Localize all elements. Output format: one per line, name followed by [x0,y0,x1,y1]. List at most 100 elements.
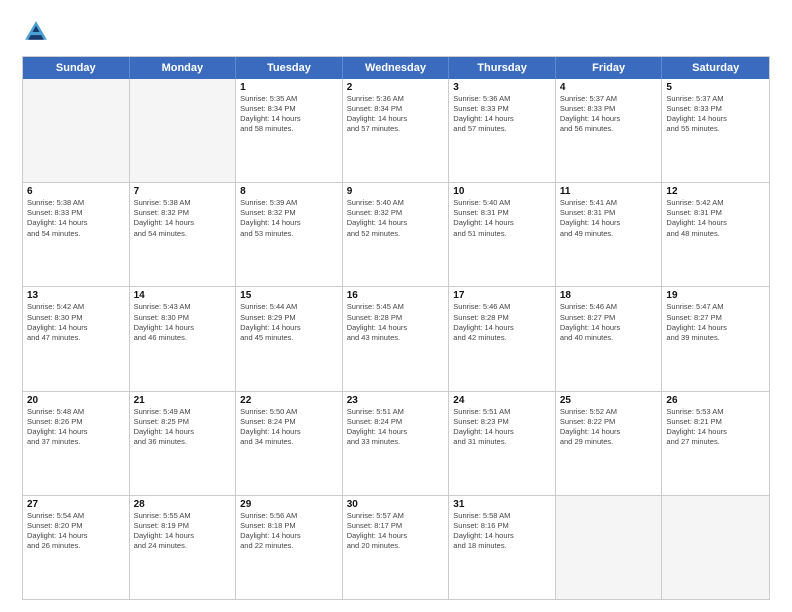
cell-info: Sunrise: 5:46 AMSunset: 8:27 PMDaylight:… [560,302,658,343]
day-number: 6 [27,186,125,197]
calendar-row: 20Sunrise: 5:48 AMSunset: 8:26 PMDayligh… [23,391,769,495]
day-number: 22 [240,395,338,406]
logo-icon [22,18,50,46]
calendar-cell: 26Sunrise: 5:53 AMSunset: 8:21 PMDayligh… [662,392,769,495]
cell-info: Sunrise: 5:47 AMSunset: 8:27 PMDaylight:… [666,302,765,343]
calendar-cell: 18Sunrise: 5:46 AMSunset: 8:27 PMDayligh… [556,287,663,390]
calendar-cell: 10Sunrise: 5:40 AMSunset: 8:31 PMDayligh… [449,183,556,286]
calendar-cell: 29Sunrise: 5:56 AMSunset: 8:18 PMDayligh… [236,496,343,599]
cell-info: Sunrise: 5:41 AMSunset: 8:31 PMDaylight:… [560,198,658,239]
calendar-cell: 3Sunrise: 5:36 AMSunset: 8:33 PMDaylight… [449,79,556,182]
cell-info: Sunrise: 5:53 AMSunset: 8:21 PMDaylight:… [666,407,765,448]
day-number: 20 [27,395,125,406]
day-number: 23 [347,395,445,406]
day-number: 7 [134,186,232,197]
day-number: 17 [453,290,551,301]
calendar-cell: 5Sunrise: 5:37 AMSunset: 8:33 PMDaylight… [662,79,769,182]
cell-info: Sunrise: 5:52 AMSunset: 8:22 PMDaylight:… [560,407,658,448]
day-number: 14 [134,290,232,301]
cell-info: Sunrise: 5:38 AMSunset: 8:33 PMDaylight:… [27,198,125,239]
calendar-cell: 19Sunrise: 5:47 AMSunset: 8:27 PMDayligh… [662,287,769,390]
day-number: 27 [27,499,125,510]
day-number: 1 [240,82,338,93]
cell-info: Sunrise: 5:58 AMSunset: 8:16 PMDaylight:… [453,511,551,552]
day-number: 3 [453,82,551,93]
calendar-cell: 25Sunrise: 5:52 AMSunset: 8:22 PMDayligh… [556,392,663,495]
day-number: 25 [560,395,658,406]
calendar-cell: 9Sunrise: 5:40 AMSunset: 8:32 PMDaylight… [343,183,450,286]
page: SundayMondayTuesdayWednesdayThursdayFrid… [0,0,792,612]
calendar-day-header: Saturday [662,57,769,79]
calendar-cell: 23Sunrise: 5:51 AMSunset: 8:24 PMDayligh… [343,392,450,495]
cell-info: Sunrise: 5:37 AMSunset: 8:33 PMDaylight:… [666,94,765,135]
calendar-day-header: Monday [130,57,237,79]
day-number: 24 [453,395,551,406]
calendar-cell: 17Sunrise: 5:46 AMSunset: 8:28 PMDayligh… [449,287,556,390]
calendar-cell: 15Sunrise: 5:44 AMSunset: 8:29 PMDayligh… [236,287,343,390]
cell-info: Sunrise: 5:49 AMSunset: 8:25 PMDaylight:… [134,407,232,448]
cell-info: Sunrise: 5:37 AMSunset: 8:33 PMDaylight:… [560,94,658,135]
cell-info: Sunrise: 5:38 AMSunset: 8:32 PMDaylight:… [134,198,232,239]
calendar-cell: 24Sunrise: 5:51 AMSunset: 8:23 PMDayligh… [449,392,556,495]
day-number: 18 [560,290,658,301]
day-number: 26 [666,395,765,406]
calendar-cell [556,496,663,599]
calendar-cell: 14Sunrise: 5:43 AMSunset: 8:30 PMDayligh… [130,287,237,390]
calendar-cell: 12Sunrise: 5:42 AMSunset: 8:31 PMDayligh… [662,183,769,286]
calendar-cell: 30Sunrise: 5:57 AMSunset: 8:17 PMDayligh… [343,496,450,599]
day-number: 9 [347,186,445,197]
cell-info: Sunrise: 5:39 AMSunset: 8:32 PMDaylight:… [240,198,338,239]
day-number: 21 [134,395,232,406]
calendar-cell: 31Sunrise: 5:58 AMSunset: 8:16 PMDayligh… [449,496,556,599]
calendar-cell: 21Sunrise: 5:49 AMSunset: 8:25 PMDayligh… [130,392,237,495]
day-number: 2 [347,82,445,93]
day-number: 10 [453,186,551,197]
calendar-cell: 7Sunrise: 5:38 AMSunset: 8:32 PMDaylight… [130,183,237,286]
cell-info: Sunrise: 5:51 AMSunset: 8:24 PMDaylight:… [347,407,445,448]
calendar-cell: 11Sunrise: 5:41 AMSunset: 8:31 PMDayligh… [556,183,663,286]
day-number: 31 [453,499,551,510]
cell-info: Sunrise: 5:54 AMSunset: 8:20 PMDaylight:… [27,511,125,552]
day-number: 30 [347,499,445,510]
calendar-cell: 13Sunrise: 5:42 AMSunset: 8:30 PMDayligh… [23,287,130,390]
cell-info: Sunrise: 5:48 AMSunset: 8:26 PMDaylight:… [27,407,125,448]
day-number: 15 [240,290,338,301]
cell-info: Sunrise: 5:55 AMSunset: 8:19 PMDaylight:… [134,511,232,552]
header [22,18,770,46]
day-number: 11 [560,186,658,197]
calendar-cell: 20Sunrise: 5:48 AMSunset: 8:26 PMDayligh… [23,392,130,495]
calendar-row: 27Sunrise: 5:54 AMSunset: 8:20 PMDayligh… [23,495,769,599]
cell-info: Sunrise: 5:40 AMSunset: 8:32 PMDaylight:… [347,198,445,239]
calendar-cell: 8Sunrise: 5:39 AMSunset: 8:32 PMDaylight… [236,183,343,286]
calendar-cell [23,79,130,182]
calendar-cell: 22Sunrise: 5:50 AMSunset: 8:24 PMDayligh… [236,392,343,495]
calendar-day-header: Friday [556,57,663,79]
calendar-cell: 1Sunrise: 5:35 AMSunset: 8:34 PMDaylight… [236,79,343,182]
calendar-cell [662,496,769,599]
calendar-day-header: Tuesday [236,57,343,79]
calendar-body: 1Sunrise: 5:35 AMSunset: 8:34 PMDaylight… [23,79,769,599]
cell-info: Sunrise: 5:45 AMSunset: 8:28 PMDaylight:… [347,302,445,343]
logo [22,18,54,46]
cell-info: Sunrise: 5:51 AMSunset: 8:23 PMDaylight:… [453,407,551,448]
day-number: 29 [240,499,338,510]
cell-info: Sunrise: 5:36 AMSunset: 8:34 PMDaylight:… [347,94,445,135]
day-number: 4 [560,82,658,93]
calendar-cell: 6Sunrise: 5:38 AMSunset: 8:33 PMDaylight… [23,183,130,286]
cell-info: Sunrise: 5:43 AMSunset: 8:30 PMDaylight:… [134,302,232,343]
cell-info: Sunrise: 5:57 AMSunset: 8:17 PMDaylight:… [347,511,445,552]
calendar-cell: 27Sunrise: 5:54 AMSunset: 8:20 PMDayligh… [23,496,130,599]
cell-info: Sunrise: 5:40 AMSunset: 8:31 PMDaylight:… [453,198,551,239]
cell-info: Sunrise: 5:35 AMSunset: 8:34 PMDaylight:… [240,94,338,135]
day-number: 28 [134,499,232,510]
calendar-row: 13Sunrise: 5:42 AMSunset: 8:30 PMDayligh… [23,286,769,390]
calendar-cell: 2Sunrise: 5:36 AMSunset: 8:34 PMDaylight… [343,79,450,182]
cell-info: Sunrise: 5:50 AMSunset: 8:24 PMDaylight:… [240,407,338,448]
cell-info: Sunrise: 5:36 AMSunset: 8:33 PMDaylight:… [453,94,551,135]
cell-info: Sunrise: 5:44 AMSunset: 8:29 PMDaylight:… [240,302,338,343]
calendar-day-header: Wednesday [343,57,450,79]
day-number: 19 [666,290,765,301]
calendar-cell: 4Sunrise: 5:37 AMSunset: 8:33 PMDaylight… [556,79,663,182]
calendar-cell: 16Sunrise: 5:45 AMSunset: 8:28 PMDayligh… [343,287,450,390]
calendar-cell: 28Sunrise: 5:55 AMSunset: 8:19 PMDayligh… [130,496,237,599]
